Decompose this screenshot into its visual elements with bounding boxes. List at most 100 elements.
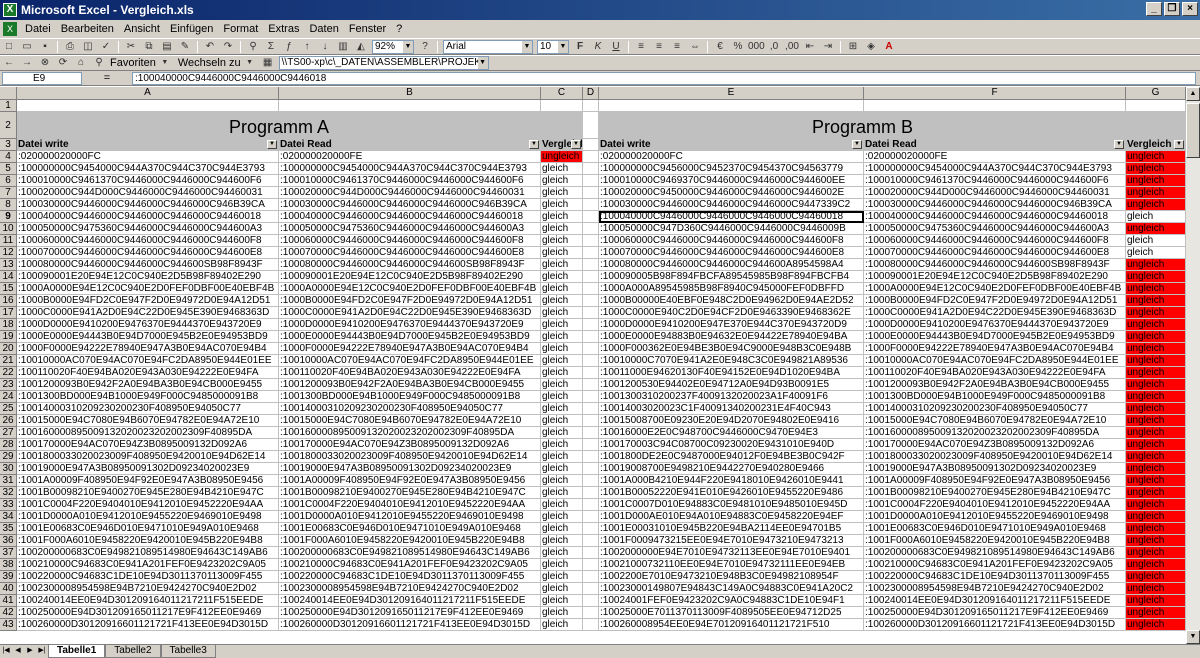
data-cell[interactable]: :100240014EE0E94D301209164011217211F515E…	[17, 595, 279, 607]
data-cell[interactable]: ungleich	[1126, 463, 1186, 475]
row-header[interactable]: 1	[0, 100, 17, 112]
data-cell[interactable]: ungleich	[1126, 523, 1186, 535]
data-cell[interactable]	[583, 259, 599, 271]
data-cell[interactable]: :100160000895009132020023202002309F40895…	[279, 427, 541, 439]
thousands-icon[interactable]: 000	[748, 40, 765, 54]
data-cell[interactable]: :100250000E94D301209165011217E9F412EE0E9…	[17, 607, 279, 619]
row-header[interactable]: 22	[0, 367, 17, 379]
data-cell[interactable]: :1002200E7010E9473210E948B3C0E9498210895…	[599, 571, 864, 583]
percent-icon[interactable]: %	[730, 40, 746, 54]
font-select[interactable]: Arial ▼	[443, 39, 533, 54]
data-cell[interactable]: :10019000E947A3B08950091302D09234020023E…	[17, 463, 279, 475]
spellcheck-icon[interactable]: ✓	[98, 40, 114, 54]
data-cell[interactable]: gleich	[541, 547, 583, 559]
row-header[interactable]: 40	[0, 583, 17, 595]
refresh-icon[interactable]: ⟳	[55, 56, 71, 70]
data-cell[interactable]: :1000D0000E9410200E947E370E944C370E94372…	[599, 319, 864, 331]
data-cell[interactable]: gleich	[541, 415, 583, 427]
data-cell[interactable]: ungleich	[1126, 487, 1186, 499]
data-cell[interactable]: :10025000E7011370113009F4089505EE0E94712…	[599, 607, 864, 619]
data-cell[interactable]: :1000B0000E94FD2C0E947F2D0E94972D0E94A12…	[279, 295, 541, 307]
format-painter-icon[interactable]: ✎	[177, 40, 193, 54]
data-cell[interactable]: :10015000E94C7080E94B6070E94782E0E94A72E…	[864, 415, 1126, 427]
address-input[interactable]: \\TS00-xp\c\_DATEN\ASSEMBLER\PROJEKTE\WE…	[278, 56, 489, 70]
row-header[interactable]: 12	[0, 247, 17, 259]
header-cell[interactable]	[1126, 112, 1186, 139]
data-cell[interactable]: :1002300008954598E94B7210E9424270C940E2D…	[864, 583, 1126, 595]
menu-extras[interactable]: Extras	[263, 23, 304, 35]
data-cell[interactable]: gleich	[541, 595, 583, 607]
header-cell[interactable]	[583, 100, 599, 112]
data-cell[interactable]: :100170000E94AC070E94Z3B0895009132D092A6	[279, 439, 541, 451]
data-cell[interactable]: :100170003C94C08700C09230020E9431010E940…	[599, 439, 864, 451]
merge-center-icon[interactable]: ⇔	[687, 40, 703, 54]
row-header[interactable]: 23	[0, 379, 17, 391]
data-cell[interactable]: gleich	[541, 451, 583, 463]
data-cell[interactable]: :100010000C9469370C9446000C9446000C94460…	[599, 175, 864, 187]
row-header[interactable]: 29	[0, 451, 17, 463]
data-cell[interactable]: :1000A000A89545985B98F8940C945000FEF0DBF…	[599, 283, 864, 295]
data-cell[interactable]: gleich	[541, 259, 583, 271]
data-cell[interactable]: :10021000732110EE0E94E7010E94732111EE0E9…	[599, 559, 864, 571]
data-cell[interactable]	[583, 295, 599, 307]
data-cell[interactable]: gleich	[541, 523, 583, 535]
column-header-f[interactable]: F	[864, 87, 1126, 100]
row-header[interactable]: 17	[0, 307, 17, 319]
paste-icon[interactable]: ▤	[159, 40, 175, 54]
data-cell[interactable]: :1001200093B0E942F2A0E94BA3B0E94CB000E94…	[279, 379, 541, 391]
data-cell[interactable]: :1001D0000A010E9412010E9455220E9469010E9…	[17, 511, 279, 523]
data-cell[interactable]	[583, 547, 599, 559]
data-cell[interactable]: gleich	[541, 511, 583, 523]
help-icon[interactable]: ?	[417, 40, 433, 54]
data-cell[interactable]: ungleich	[1126, 175, 1186, 187]
data-cell[interactable]: :1000F0000E94222E78940E947A3B0E94AC070E9…	[17, 343, 279, 355]
data-cell[interactable]: :100070000C9446000C9446000C9446000C94460…	[864, 247, 1126, 259]
row-header[interactable]: 38	[0, 559, 17, 571]
chart-icon[interactable]: ▥	[335, 40, 351, 54]
data-cell[interactable]: :1001F000A6010E9458220E9420010E945B220E9…	[17, 535, 279, 547]
data-cell[interactable]: :1000D0000E9410200E9476370E9444370E94372…	[864, 319, 1126, 331]
column-header-e[interactable]: E	[599, 87, 864, 100]
data-cell[interactable]: :100010000C9461370C9446000C9446000C94460…	[864, 175, 1126, 187]
header-cell[interactable]	[17, 100, 279, 112]
data-cell[interactable]	[583, 151, 599, 163]
data-cell[interactable]: gleich	[541, 463, 583, 475]
undo-icon[interactable]: ↶	[202, 40, 218, 54]
data-cell[interactable]: :100070000C9446000C9446000C9446000C94460…	[17, 247, 279, 259]
row-header[interactable]: 34	[0, 511, 17, 523]
data-cell[interactable]: :100200000683C0E949821089514980E94643C14…	[17, 547, 279, 559]
data-cell[interactable]: :1001200093B0E942F2A0E94BA3B0E94CB000E94…	[17, 379, 279, 391]
data-cell[interactable]: gleich	[541, 343, 583, 355]
data-cell[interactable]: :100010000C9461370C9446000C9446000C94460…	[279, 175, 541, 187]
row-header[interactable]: 20	[0, 343, 17, 355]
tab-tabelle3[interactable]: Tabelle3	[160, 645, 216, 658]
data-cell[interactable]: ungleich	[1126, 187, 1186, 199]
data-cell[interactable]: :10015000E94C7080E94B6070E94782E0E94A72E…	[279, 415, 541, 427]
row-header[interactable]: 18	[0, 319, 17, 331]
data-cell[interactable]: gleich	[541, 307, 583, 319]
data-cell[interactable]: gleich	[541, 571, 583, 583]
data-cell[interactable]: :1001300BD000E94B1000E949F000C9485000091…	[864, 391, 1126, 403]
data-cell[interactable]: :1000B0000E94FD2C0E947F2D0E94972D0E94A12…	[864, 295, 1126, 307]
menu-fenster[interactable]: Fenster	[344, 23, 391, 35]
data-cell[interactable]: :100260000D30120916601121721F413EE0E94D3…	[864, 619, 1126, 631]
data-cell[interactable]: gleich	[541, 235, 583, 247]
data-cell[interactable]	[583, 463, 599, 475]
data-cell[interactable]: :100070000C9446000C9446000C9446000C94460…	[599, 247, 864, 259]
data-cell[interactable]: :1001800033020023009F408950E9420010E94D6…	[279, 451, 541, 463]
data-cell[interactable]: :100210000C94683C0E941A201FEF0E9423202C9…	[864, 559, 1126, 571]
data-cell[interactable]: gleich	[541, 355, 583, 367]
data-cell[interactable]: :10024001FEF0E9423202C9A0C94883C1DE10E94…	[599, 595, 864, 607]
row-header[interactable]: 13	[0, 259, 17, 271]
data-cell[interactable]: :100030000C9446000C9446000C9446000C946B3…	[279, 199, 541, 211]
function-icon[interactable]: ƒ	[281, 40, 297, 54]
header-cell[interactable]: Vergleich ▼	[1126, 139, 1186, 151]
data-cell[interactable]: ungleich	[1126, 343, 1186, 355]
scroll-thumb[interactable]	[1186, 103, 1200, 158]
data-cell[interactable]: gleich	[1126, 247, 1186, 259]
data-cell[interactable]: :10019000E947A3B08950091302D09234020023E…	[279, 463, 541, 475]
redo-icon[interactable]: ↷	[220, 40, 236, 54]
data-cell[interactable]	[583, 247, 599, 259]
data-cell[interactable]: :1001F0009473215EE0E94E7010E9473210E9473…	[599, 535, 864, 547]
tab-tabelle1[interactable]: Tabelle1	[48, 645, 106, 658]
